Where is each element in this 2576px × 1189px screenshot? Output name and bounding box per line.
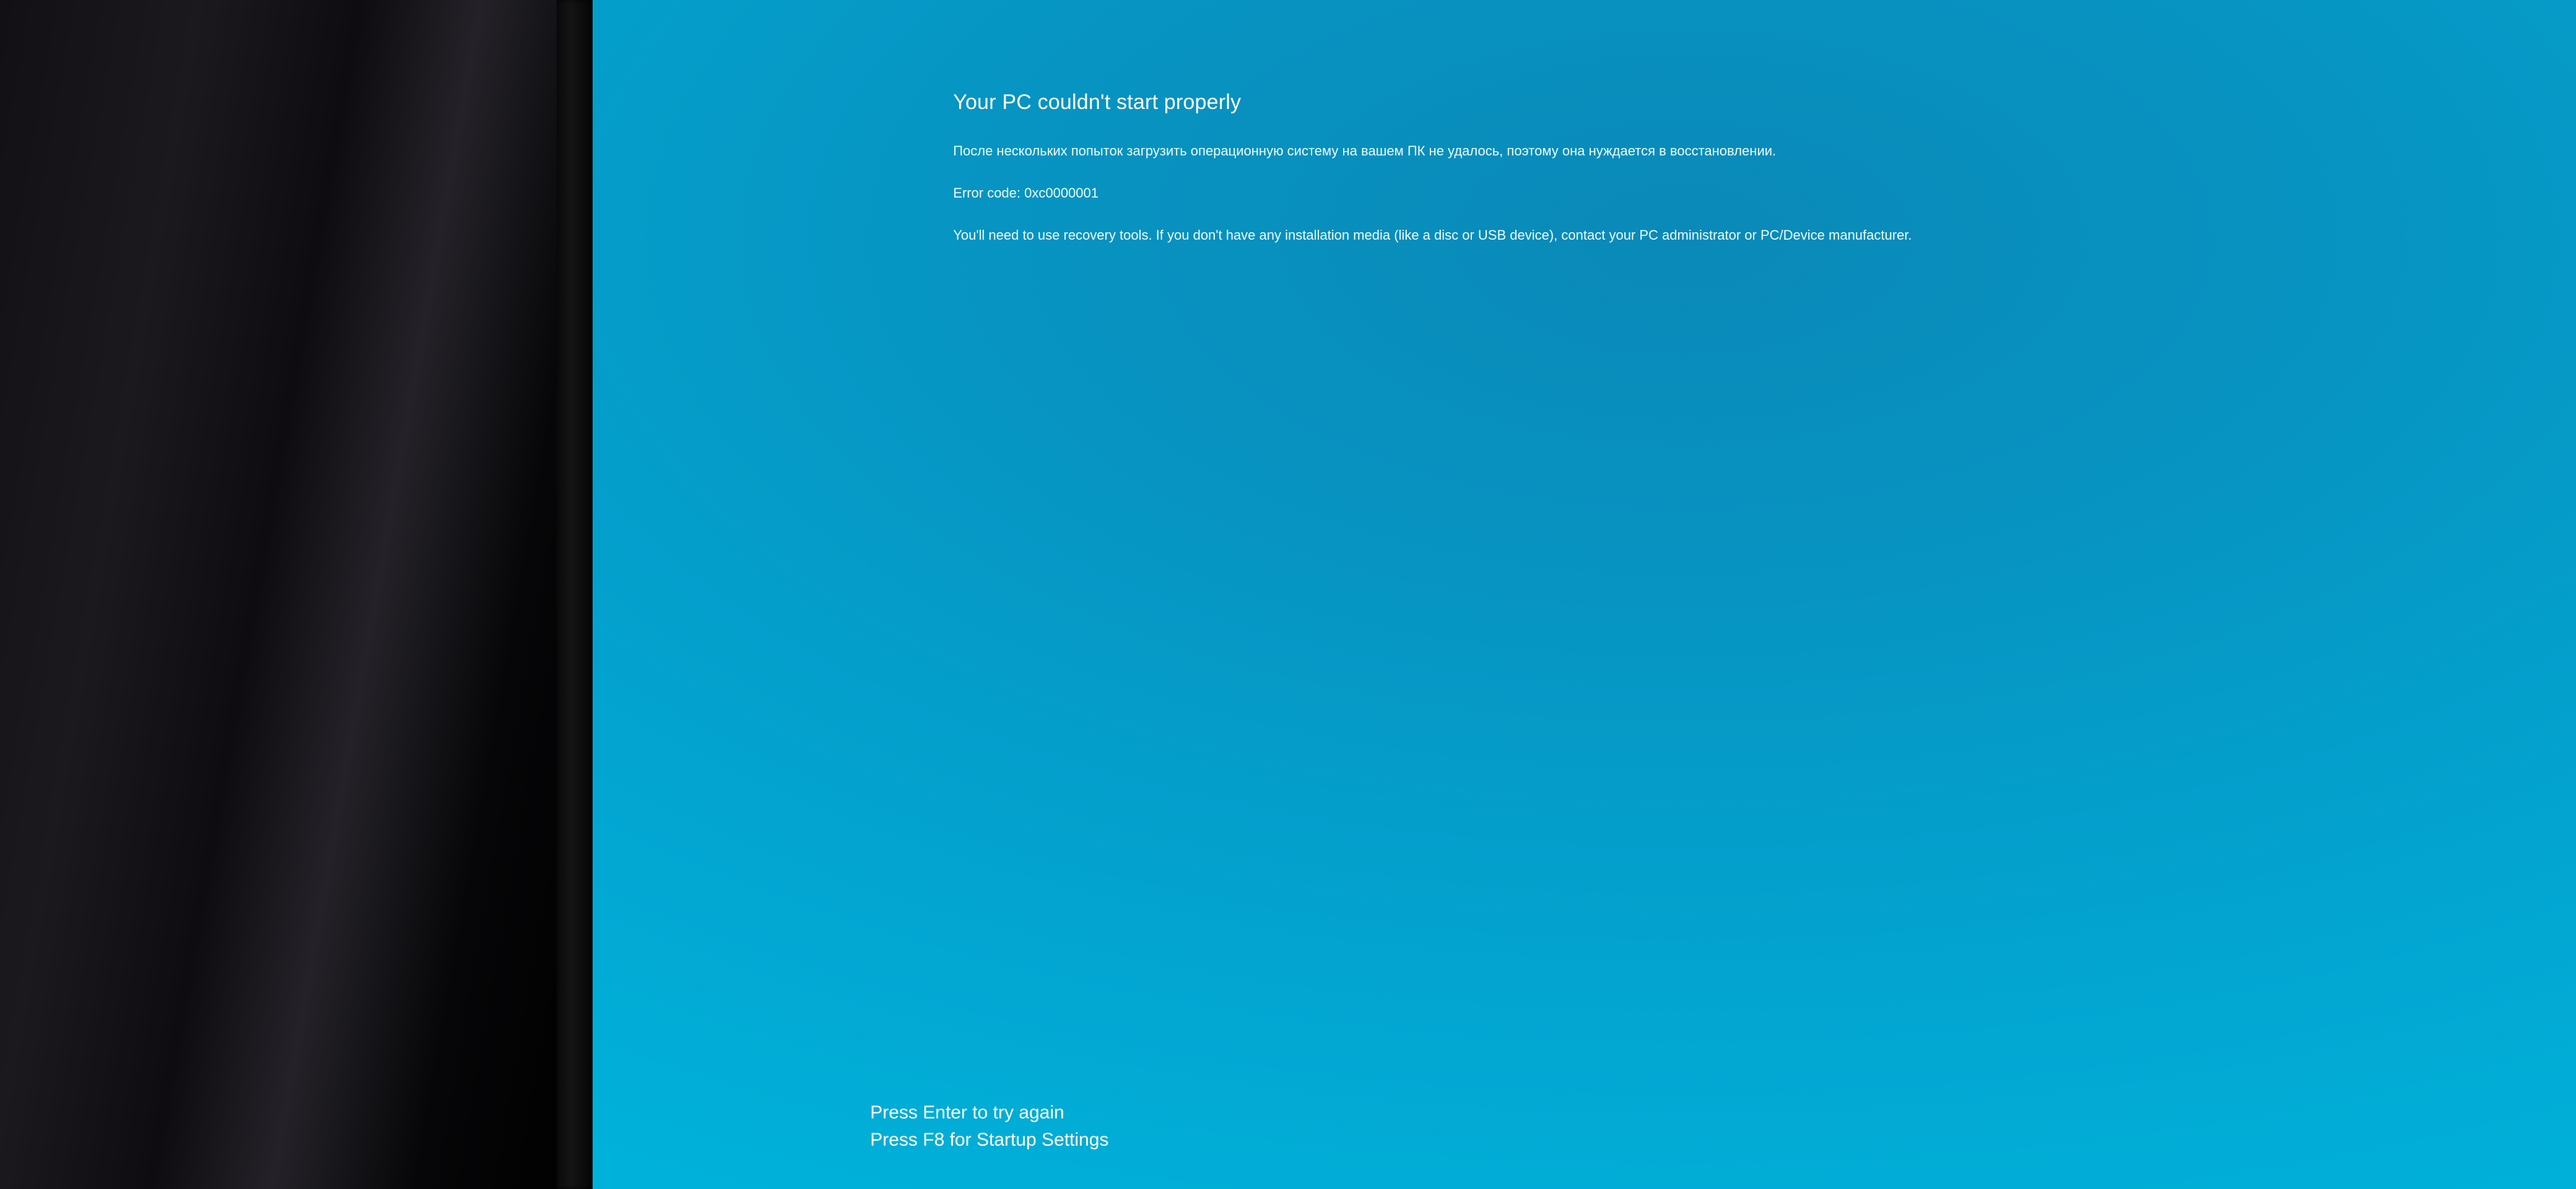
- prompt-f8[interactable]: Press F8 for Startup Settings: [870, 1126, 1108, 1154]
- recovery-instructions: You'll need to use recovery tools. If yo…: [953, 225, 2219, 246]
- key-prompts: Press Enter to try again Press F8 for St…: [870, 1099, 1108, 1153]
- photo-surroundings: [0, 0, 593, 1189]
- monitor-bezel: [557, 0, 592, 1189]
- error-title: Your PC couldn't start properly: [953, 90, 2219, 115]
- error-code: Error code: 0xc0000001: [953, 185, 2219, 201]
- prompt-enter[interactable]: Press Enter to try again: [870, 1099, 1108, 1126]
- error-message-ru: После нескольких попыток загрузить опера…: [953, 141, 2219, 162]
- error-content: Your PC couldn't start properly После не…: [953, 90, 2219, 246]
- recovery-error-screen: Your PC couldn't start properly После не…: [593, 0, 2576, 1189]
